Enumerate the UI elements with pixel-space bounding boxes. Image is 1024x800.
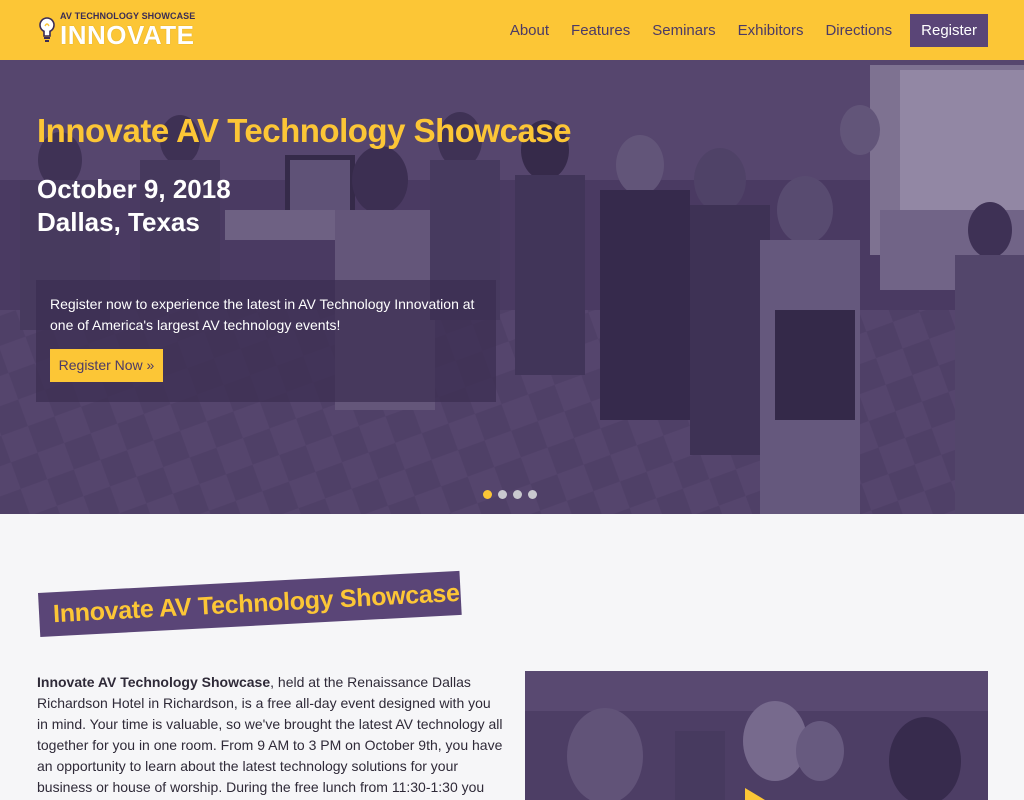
register-now-button[interactable]: Register Now » bbox=[50, 349, 163, 382]
top-navbar: AV TECHNOLOGY SHOWCASE INNOVATE About Fe… bbox=[0, 0, 1024, 60]
hero-cta-panel: Register now to experience the latest in… bbox=[36, 280, 496, 402]
brand-logo[interactable]: AV TECHNOLOGY SHOWCASE INNOVATE bbox=[38, 12, 195, 48]
carousel-dot-4[interactable] bbox=[528, 490, 537, 499]
lightbulb-icon bbox=[39, 17, 55, 42]
carousel-dot-2[interactable] bbox=[498, 490, 507, 499]
section-heading-ribbon: Innovate AV Technology Showcase bbox=[38, 570, 462, 637]
hero-carousel: Innovate AV Technology Showcase October … bbox=[0, 60, 1024, 514]
main-nav: About Features Seminars Exhibitors Direc… bbox=[499, 13, 988, 47]
intro-body: , held at the Renaissance Dallas Richard… bbox=[37, 674, 503, 795]
hero-description: Register now to experience the latest in… bbox=[50, 296, 475, 333]
event-date: October 9, 2018 bbox=[37, 174, 231, 204]
nav-link-features[interactable]: Features bbox=[560, 22, 641, 39]
video-still-image bbox=[525, 671, 988, 800]
carousel-indicators bbox=[483, 490, 537, 499]
video-thumbnail[interactable] bbox=[525, 671, 988, 800]
register-button[interactable]: Register bbox=[910, 13, 988, 47]
hero-title: Innovate AV Technology Showcase bbox=[37, 112, 572, 149]
carousel-dot-1[interactable] bbox=[483, 490, 492, 499]
nav-link-directions[interactable]: Directions bbox=[814, 22, 903, 39]
carousel-dot-3[interactable] bbox=[513, 490, 522, 499]
intro-paragraph: Innovate AV Technology Showcase, held at… bbox=[37, 672, 505, 800]
section-heading: Innovate AV Technology Showcase bbox=[52, 578, 461, 629]
nav-link-about[interactable]: About bbox=[499, 22, 560, 39]
brand-wordmark: AV TECHNOLOGY SHOWCASE INNOVATE bbox=[60, 12, 195, 50]
nav-link-seminars[interactable]: Seminars bbox=[641, 22, 726, 39]
nav-link-exhibitors[interactable]: Exhibitors bbox=[727, 22, 815, 39]
brand-name: INNOVATE bbox=[60, 20, 195, 50]
event-location: Dallas, Texas bbox=[37, 207, 200, 237]
intro-bold-name: Innovate AV Technology Showcase bbox=[37, 674, 271, 690]
